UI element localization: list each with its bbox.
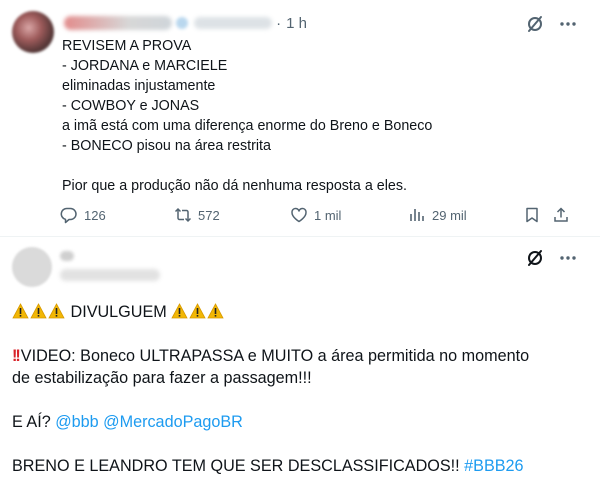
video-text-1: VIDEO: Boneco ULTRAPASSA e MUITO a área … [20, 347, 530, 365]
grok-icon[interactable] [525, 14, 545, 34]
author-handle-redacted[interactable] [60, 269, 160, 281]
reply-button[interactable]: 126 [60, 204, 106, 226]
share-button[interactable] [552, 204, 570, 226]
mention-mercadopago[interactable]: @MercadoPagoBR [103, 413, 243, 431]
breno-line: BRENO E LEANDRO TEM QUE SER DESCLASSIFIC… [12, 455, 582, 477]
warning-icon [171, 303, 188, 319]
timestamp[interactable]: 1 h [286, 15, 307, 32]
like-button[interactable]: 1 mil [290, 204, 341, 226]
warning-icon [12, 303, 29, 319]
tweet-line: REVISEM A PROVA [62, 38, 192, 54]
repost-button[interactable]: 572 [174, 204, 220, 226]
tweet-line [62, 156, 522, 176]
video-text-2: de estabilização para fazer a passagem!!… [12, 369, 312, 387]
reply-count: 126 [84, 207, 106, 223]
author-name-redacted[interactable] [64, 16, 172, 30]
like-count: 1 mil [314, 207, 342, 223]
tweet-header: · 1 h [64, 12, 307, 34]
author-handle-redacted[interactable] [194, 17, 272, 29]
tweet-line: - BONECO pisou na área restrita [62, 138, 271, 154]
grok-icon[interactable] [525, 248, 545, 268]
separator-dot: · [272, 14, 282, 32]
tweet-text: REVISEM A PROVA - JORDANA e MARCIELE eli… [62, 36, 522, 196]
divulguem-line: DIVULGUEM [12, 301, 582, 323]
tweet-text: DIVULGUEM !! VIDEO: Boneco ULTRAPASSA e M… [12, 301, 582, 477]
more-icon[interactable] [558, 14, 578, 34]
bookmark-icon [526, 207, 538, 223]
divulguem-text: DIVULGUEM [70, 303, 167, 321]
tweet-2[interactable]: DIVULGUEM !! VIDEO: Boneco ULTRAPASSA e M… [0, 237, 600, 496]
tweet-line: - JORDANA e MARCIELE [62, 58, 228, 74]
hashtag-bbb26[interactable]: #BBB26 [464, 457, 523, 475]
double-exclamation-icon: !! [12, 347, 21, 365]
warning-icon [30, 303, 47, 319]
avatar[interactable] [12, 247, 52, 287]
breno-text: BRENO E LEANDRO TEM QUE SER DESCLASSIFIC… [12, 457, 460, 475]
tweet-line: Pior que a produção não dá nenhuma respo… [62, 178, 407, 194]
warning-icon [189, 303, 206, 319]
video-line: !! VIDEO: Boneco ULTRAPASSA e MUITO a áre… [12, 345, 582, 367]
tweet-1[interactable]: · 1 h REVISEM A PROVA - JORDANA e MARCIE… [0, 0, 600, 236]
views-button[interactable]: 29 mil [408, 204, 467, 226]
views-count: 29 mil [432, 207, 467, 223]
verified-badge-icon [176, 17, 188, 29]
warning-icon [48, 303, 65, 319]
views-icon [410, 209, 424, 221]
action-bar: 126 572 1 mil 29 mil [60, 204, 580, 226]
author-name-redacted[interactable] [60, 251, 74, 261]
mention-bbb[interactable]: @bbb [55, 413, 98, 431]
eai-line: E AÍ? @bbb @MercadoPagoBR [12, 411, 582, 433]
repost-icon [174, 207, 192, 223]
more-icon[interactable] [558, 248, 578, 268]
repost-count: 572 [198, 207, 220, 223]
tweet-line: - COWBOY e JONAS [62, 98, 200, 114]
bookmark-button[interactable] [523, 204, 541, 226]
tweet-line: eliminadas injustamente [62, 78, 216, 94]
avatar[interactable] [12, 11, 54, 53]
eai-text: E AÍ? [12, 413, 51, 431]
like-icon [291, 207, 307, 223]
warning-icon [207, 303, 224, 319]
reply-icon [60, 207, 77, 224]
tweet-line: a imã está com uma diferença enorme do B… [62, 118, 433, 134]
share-icon [554, 207, 568, 222]
